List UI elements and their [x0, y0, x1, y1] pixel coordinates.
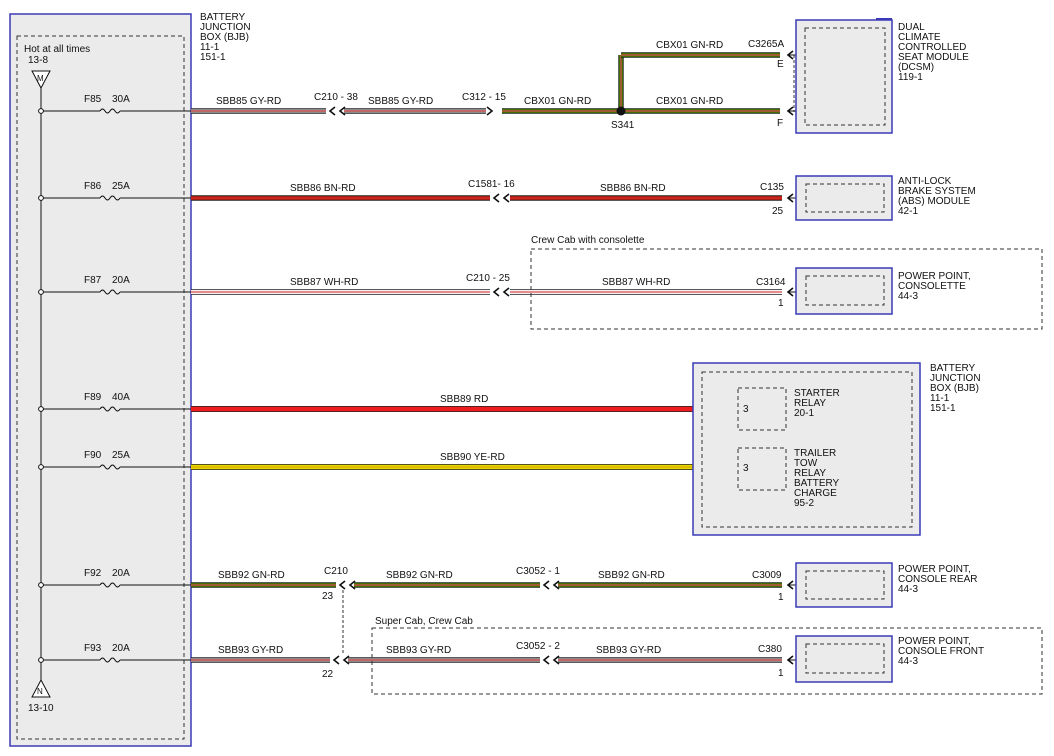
wire-label-sbb87-a: SBB87 WH-RD [290, 277, 358, 288]
connector-label-c3052-2: C3052 - 2 [516, 641, 560, 652]
top-symbol-letter: M [37, 74, 44, 83]
console-front-box [795, 635, 893, 683]
connector-label-c1581-16: C1581- 16 [468, 179, 515, 190]
wires: SBB85 GY-RD C210 - 38 SBB85 GY-RD C312 - 15… [191, 40, 806, 680]
splice-s341-dot [616, 106, 626, 116]
connector-pin-23: 23 [322, 591, 334, 602]
connector-c312-15-icon [486, 106, 494, 116]
dcsm-pin-e: E [777, 59, 784, 70]
bjb-left: BATTERY JUNCTION BOX (BJB) 11-1 151-1 Ho… [9, 12, 253, 747]
bus-junction-dot [38, 108, 44, 114]
hot-at-all-times-label: Hot at all times [24, 44, 90, 55]
connector-c3052-2-icon [542, 655, 550, 665]
wire-label-sbb87-b: SBB87 WH-RD [602, 277, 670, 288]
fuse-rating: 25A [112, 450, 130, 461]
wire-label-sbb92-c: SBB92 GN-RD [598, 570, 665, 581]
fuse-name: F86 [84, 181, 102, 192]
connector-c3052-1-icon [542, 580, 550, 590]
console-front-title: POWER POINT, CONSOLE FRONT 44-3 [898, 636, 987, 667]
fuse-rating: 40A [112, 392, 130, 403]
fuse-rating: 20A [112, 643, 130, 654]
starter-pin: 3 [743, 404, 749, 415]
fuse-name: F89 [84, 392, 102, 403]
connector-c1581-16-icon [492, 193, 500, 203]
connector-label-c210: C210 [324, 566, 348, 577]
bus-junction-dot [38, 195, 44, 201]
connector-label-c3052-1: C3052 - 1 [516, 566, 560, 577]
hot-ref: 13-8 [28, 55, 48, 66]
connector-c1581-16-b-icon [502, 193, 510, 203]
connector-label-c210-25: C210 - 25 [466, 273, 510, 284]
consolette-option-label: Crew Cab with consolette [531, 235, 645, 246]
dcsm-pin-f: F [777, 118, 783, 129]
consolette-box [795, 267, 893, 315]
fuse-name: F93 [84, 643, 102, 654]
splice-label-s341: S341 [611, 120, 635, 131]
fuse-rating: 30A [112, 94, 130, 105]
wire-label-sbb93-b: SBB93 GY-RD [386, 645, 451, 656]
wire-label-sbb86-a: SBB86 BN-RD [290, 183, 356, 194]
console-rear-connector: C3009 [752, 570, 782, 581]
console-front-option-label: Super Cab, Crew Cab [375, 616, 473, 627]
console-front-connector: C380 [758, 644, 782, 655]
connector-c210-25-b-icon [502, 287, 510, 297]
wiring-diagram: BATTERY JUNCTION BOX (BJB) 11-1 151-1 Ho… [9, 12, 1043, 747]
wire-label-sbb92-b: SBB92 GN-RD [386, 570, 453, 581]
wire-label-sbb90: SBB90 YE-RD [440, 452, 505, 463]
bjb-left-box [9, 13, 192, 747]
console-rear-pin: 1 [778, 592, 784, 603]
bus-junction-dot [38, 464, 44, 470]
wire-label-sbb93-a: SBB93 GY-RD [218, 645, 283, 656]
wire-label-sbb85-a: SBB85 GY-RD [216, 96, 281, 107]
bottom-ref: 13-10 [28, 703, 54, 714]
abs-box [795, 175, 893, 221]
wire-label-cbx01-top: CBX01 GN-RD [656, 40, 723, 51]
fuse-name: F85 [84, 94, 102, 105]
dcsm-box [795, 19, 893, 134]
console-front-pin: 1 [778, 668, 784, 679]
fuse-rating: 25A [112, 181, 130, 192]
bjb-right-title: BATTERY JUNCTION BOX (BJB) 11-1 151-1 [930, 363, 983, 414]
bus-junction-dot [38, 289, 44, 295]
connector-c210-23-icon [338, 580, 346, 590]
wire-label-sbb93-c: SBB93 GY-RD [596, 645, 661, 656]
fuse-name: F90 [84, 450, 102, 461]
wire-label-sbb86-b: SBB86 BN-RD [600, 183, 666, 194]
connector-label-c210-38: C210 - 38 [314, 92, 358, 103]
consolette-pin: 1 [778, 298, 784, 309]
wire-label-cbx01-bottom: CBX01 GN-RD [656, 96, 723, 107]
abs-connector: C135 [760, 182, 784, 193]
fuse-name: F92 [84, 568, 102, 579]
abs-title: ANTI-LOCK BRAKE SYSTEM (ABS) MODULE 42-1 [898, 176, 979, 217]
bus-junction-dot [38, 657, 44, 663]
connector-pin-22: 22 [322, 669, 334, 680]
connector-label-c312-15: C312 - 15 [462, 92, 506, 103]
bottom-symbol-letter: N [37, 687, 43, 696]
console-rear-box [795, 562, 893, 608]
console-rear-module: C3009 1 POWER POINT, CONSOLE REAR 44-3 [752, 562, 980, 608]
trailer-pin: 3 [743, 463, 749, 474]
wire-label-sbb92-a: SBB92 GN-RD [218, 570, 285, 581]
bjb-left-title: BATTERY JUNCTION BOX (BJB) 11-1 151-1 [200, 12, 253, 63]
consolette-title: POWER POINT, CONSOLETTE 44-3 [898, 271, 974, 302]
dcsm-title: DUAL CLIMATE CONTROLLED SEAT MODULE (DCS… [898, 22, 972, 83]
wire-label-cbx01-c: CBX01 GN-RD [524, 96, 591, 107]
dcsm-connector: C3265A [748, 39, 784, 50]
fuse-name: F87 [84, 275, 102, 286]
wire-label-sbb89: SBB89 RD [440, 394, 488, 405]
connector-c210-25-icon [492, 287, 500, 297]
connector-c210-22-icon [332, 655, 340, 665]
console-rear-title: POWER POINT, CONSOLE REAR 44-3 [898, 564, 980, 595]
dcsm-module: C3265A E F DUAL CLIMATE CONTROLLED SEAT … [748, 18, 972, 134]
connector-c210-38-icon [328, 106, 336, 116]
bus-junction-dot [38, 406, 44, 412]
abs-pin: 25 [772, 206, 784, 217]
fuse-rating: 20A [112, 568, 130, 579]
bus-junction-dot [38, 582, 44, 588]
consolette-connector: C3164 [756, 277, 786, 288]
wire-label-sbb85-b: SBB85 GY-RD [368, 96, 433, 107]
bjb-right: 3 3 STARTER RELAY 20-1 TRAILER TOW RELAY… [692, 362, 983, 536]
console-front-option-group: Super Cab, Crew Cab C380 1 POWER POINT, … [371, 616, 1043, 695]
fuse-rating: 20A [112, 275, 130, 286]
